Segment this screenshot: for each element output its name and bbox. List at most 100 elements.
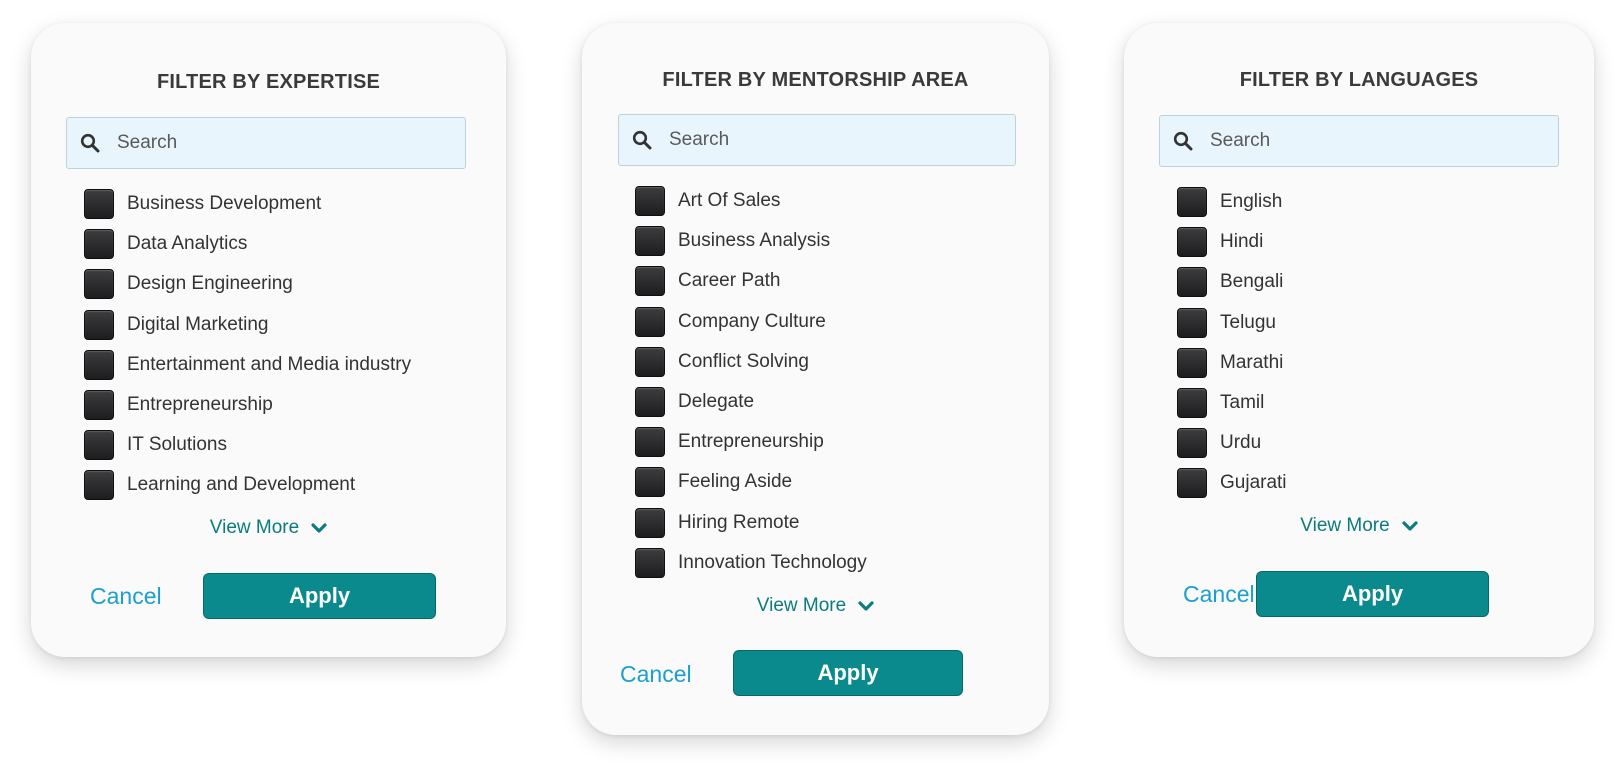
mentorship-options-list: Art Of Sales Business Analysis Career Pa… bbox=[635, 181, 867, 583]
list-item[interactable]: Telugu bbox=[1177, 303, 1287, 343]
checkbox[interactable] bbox=[635, 507, 665, 538]
option-label: Company Culture bbox=[678, 310, 826, 332]
list-item[interactable]: Conflict Solving bbox=[635, 342, 867, 382]
list-item[interactable]: Art Of Sales bbox=[635, 181, 867, 221]
list-item[interactable]: Company Culture bbox=[635, 302, 867, 342]
option-label: Feeling Aside bbox=[678, 471, 793, 493]
option-label: Hiring Remote bbox=[678, 511, 800, 533]
search-box[interactable] bbox=[1159, 115, 1559, 167]
checkbox[interactable] bbox=[84, 390, 114, 421]
option-label: Art Of Sales bbox=[678, 190, 781, 212]
list-item[interactable]: Entrepreneurship bbox=[84, 385, 411, 425]
search-box[interactable] bbox=[66, 117, 466, 169]
option-label: Career Path bbox=[678, 270, 781, 292]
list-item[interactable]: Career Path bbox=[635, 261, 867, 301]
cancel-button[interactable]: Cancel bbox=[1183, 581, 1255, 608]
list-item[interactable]: Urdu bbox=[1177, 423, 1287, 463]
list-item[interactable]: Digital Marketing bbox=[84, 305, 411, 345]
list-item[interactable]: Tamil bbox=[1177, 383, 1287, 423]
languages-options-list: English Hindi Bengali Telugu Marathi Tam… bbox=[1177, 182, 1287, 504]
panel-title: FILTER BY LANGUAGES bbox=[1239, 69, 1479, 91]
checkbox[interactable] bbox=[635, 387, 665, 418]
option-label: English bbox=[1220, 191, 1283, 213]
filter-panel-expertise: FILTER BY EXPERTISE Business Development… bbox=[31, 23, 506, 657]
checkbox[interactable] bbox=[1177, 388, 1207, 419]
list-item[interactable]: Bengali bbox=[1177, 262, 1287, 302]
checkbox[interactable] bbox=[84, 269, 114, 300]
apply-button[interactable]: Apply bbox=[733, 650, 963, 696]
list-item[interactable]: Business Analysis bbox=[635, 221, 867, 261]
option-label: Innovation Technology bbox=[678, 551, 867, 573]
option-label: Marathi bbox=[1220, 351, 1284, 373]
cancel-button[interactable]: Cancel bbox=[90, 583, 162, 610]
checkbox[interactable] bbox=[1177, 227, 1207, 258]
list-item[interactable]: Hindi bbox=[1177, 222, 1287, 262]
search-input[interactable] bbox=[669, 120, 1015, 160]
checkbox[interactable] bbox=[635, 226, 665, 257]
option-label: Digital Marketing bbox=[127, 313, 269, 335]
cancel-button[interactable]: Cancel bbox=[620, 661, 692, 688]
list-item[interactable]: Feeling Aside bbox=[635, 462, 867, 502]
option-label: Conflict Solving bbox=[678, 350, 809, 372]
option-label: Entrepreneurship bbox=[127, 394, 273, 416]
checkbox[interactable] bbox=[84, 470, 114, 501]
option-label: Hindi bbox=[1220, 231, 1264, 253]
list-item[interactable]: Data Analytics bbox=[84, 224, 411, 264]
checkbox[interactable] bbox=[635, 306, 665, 337]
checkbox[interactable] bbox=[635, 266, 665, 297]
panel-title: FILTER BY EXPERTISE bbox=[156, 71, 381, 93]
chevron-down-icon bbox=[858, 601, 874, 611]
list-item[interactable]: Delegate bbox=[635, 382, 867, 422]
checkbox[interactable] bbox=[84, 229, 114, 260]
list-item[interactable]: IT Solutions bbox=[84, 425, 411, 465]
list-item[interactable]: Marathi bbox=[1177, 343, 1287, 383]
search-input[interactable] bbox=[117, 123, 465, 163]
checkbox[interactable] bbox=[1177, 307, 1207, 338]
option-label: Urdu bbox=[1220, 432, 1262, 454]
option-label: Learning and Development bbox=[127, 474, 356, 496]
checkbox[interactable] bbox=[84, 349, 114, 380]
list-item[interactable]: Learning and Development bbox=[84, 465, 411, 505]
filter-panel-languages: FILTER BY LANGUAGES English Hindi Bengal… bbox=[1124, 23, 1594, 657]
checkbox[interactable] bbox=[635, 547, 665, 578]
checkbox[interactable] bbox=[1177, 187, 1207, 218]
chevron-down-icon bbox=[1402, 521, 1418, 531]
list-item[interactable]: Design Engineering bbox=[84, 264, 411, 304]
option-label: Entrepreneurship bbox=[678, 431, 824, 453]
apply-button[interactable]: Apply bbox=[203, 573, 436, 619]
list-item[interactable]: Business Development bbox=[84, 184, 411, 224]
list-item[interactable]: Gujarati bbox=[1177, 463, 1287, 503]
view-more-link[interactable]: View More bbox=[31, 517, 506, 539]
search-box[interactable] bbox=[618, 114, 1016, 166]
view-more-label: View More bbox=[209, 517, 300, 538]
view-more-label: View More bbox=[1300, 515, 1390, 536]
view-more-label: View More bbox=[756, 595, 847, 616]
option-label: IT Solutions bbox=[127, 434, 227, 456]
option-label: Data Analytics bbox=[127, 233, 248, 255]
view-more-link[interactable]: View More bbox=[582, 595, 1049, 617]
option-label: Telugu bbox=[1220, 311, 1276, 333]
list-item[interactable]: English bbox=[1177, 182, 1287, 222]
checkbox[interactable] bbox=[84, 309, 114, 340]
option-label: Bengali bbox=[1220, 271, 1284, 293]
checkbox[interactable] bbox=[1177, 468, 1207, 499]
list-item[interactable]: Innovation Technology bbox=[635, 543, 867, 583]
checkbox[interactable] bbox=[84, 189, 114, 220]
view-more-link[interactable]: View More bbox=[1124, 515, 1594, 537]
option-label: Entertainment and Media industry bbox=[127, 353, 412, 375]
checkbox[interactable] bbox=[1177, 267, 1207, 298]
checkbox[interactable] bbox=[635, 346, 665, 377]
list-item[interactable]: Hiring Remote bbox=[635, 503, 867, 543]
checkbox[interactable] bbox=[635, 467, 665, 498]
list-item[interactable]: Entertainment and Media industry bbox=[84, 345, 411, 385]
checkbox[interactable] bbox=[635, 427, 665, 458]
option-label: Business Development bbox=[127, 193, 322, 215]
list-item[interactable]: Entrepreneurship bbox=[635, 422, 867, 462]
checkbox[interactable] bbox=[1177, 347, 1207, 378]
option-label: Gujarati bbox=[1220, 472, 1287, 494]
search-input[interactable] bbox=[1210, 121, 1558, 161]
apply-button[interactable]: Apply bbox=[1256, 571, 1489, 617]
checkbox[interactable] bbox=[635, 186, 665, 217]
checkbox[interactable] bbox=[84, 430, 114, 461]
checkbox[interactable] bbox=[1177, 428, 1207, 459]
